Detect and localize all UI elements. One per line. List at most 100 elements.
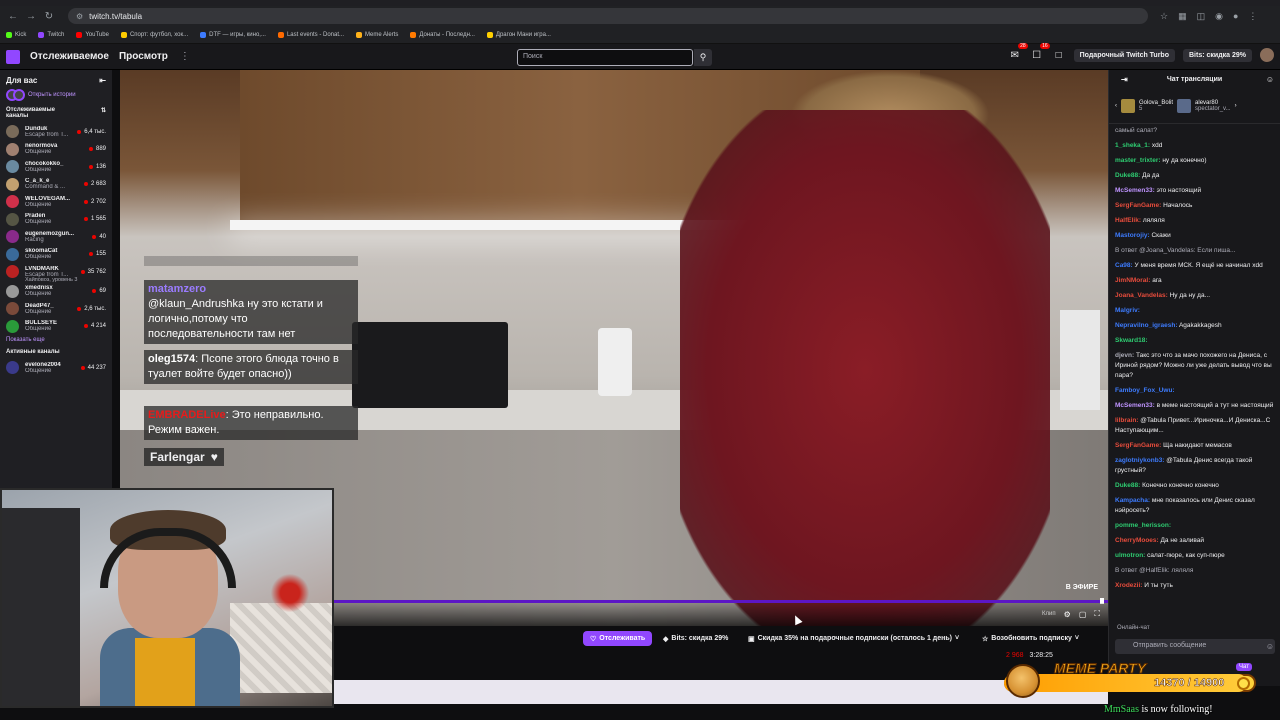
bookmark-item[interactable]: Last events - Donat... [277,31,344,38]
sidepanel-icon[interactable]: ◫ [1197,11,1206,22]
chat-username[interactable]: Ca98: [1115,262,1133,269]
bookmark-item[interactable]: Донаты - Последн... [410,31,475,38]
bookmark-item[interactable]: Спорт: футбол, хок... [120,31,188,38]
bookmark-item[interactable]: Kick [6,31,26,38]
sidebar-channel[interactable]: DeadP47_ Общение 2,6 тыс. [0,300,112,318]
chat-username[interactable]: SergFanGame: [1115,202,1161,209]
follower-name: MmSaas [1104,704,1139,715]
chat-username[interactable]: SergFanGame: [1115,442,1161,449]
sidebar-channel[interactable]: nenormova Общение 889 [0,141,112,159]
search-input[interactable]: Поиск [517,49,693,66]
sort-icon[interactable]: ⇅ [101,107,106,119]
chat-username[interactable]: Skward18: [1115,337,1148,344]
chat-username[interactable]: pomme_herisson: [1115,522,1171,529]
open-stories-link[interactable]: Открыть истории [28,92,76,98]
sidebar-channel[interactable]: BULLSEYE Общение 4 214 [0,318,112,336]
chat-username[interactable]: JimNMoral: [1115,277,1150,284]
sidebar-channel[interactable]: eugenemozgun... Racing 40 [0,228,112,246]
sidebar-channel[interactable]: skoomaCat Общение 155 [0,246,112,264]
twitch-logo-icon[interactable] [6,49,20,64]
chat-username[interactable]: Xrodezii: [1115,582,1142,589]
chat-username[interactable]: Mastorojiy: [1115,232,1150,239]
show-more-link[interactable]: Показать еще [0,335,112,349]
inbox-icon[interactable]: ✉ 28 [1008,43,1028,62]
bookmark-item[interactable]: Twitch [38,31,64,38]
back-icon[interactable]: ← [6,9,20,23]
follow-button[interactable]: ♡ Отслеживать [583,631,653,646]
sidebar-channel[interactable]: C_a_k_e Command & ... 2 683 [0,176,112,194]
sidebar-channel[interactable]: chocokokko_ Общение 136 [0,158,112,176]
bookmark-label: DTF — игры, кино,... [209,31,266,38]
resubscribe-button[interactable]: ☆ Возобновить подписку ˅ [982,631,1079,646]
channel-info: evelone2004 Общение [25,362,81,374]
chevron-right-icon[interactable]: › [1235,103,1237,109]
sidebar-channel[interactable]: xmednisx Общение 69 [0,283,112,301]
more-icon[interactable]: ⋮ [180,51,190,62]
chat-username[interactable]: McSemen33: [1115,187,1155,194]
nav-following[interactable]: Отслеживаемое [30,51,109,62]
chat-username[interactable]: djevn: [1115,352,1134,359]
translate-icon[interactable]: ◉ [1215,11,1223,22]
search-icon[interactable]: ⚲ [694,49,712,66]
whispers-icon[interactable]: □ [1052,48,1066,62]
chat-username[interactable]: CherryMooes: [1115,537,1159,544]
inbox-badge: 28 [1018,43,1028,49]
chat-username[interactable]: Duke88: [1115,482,1140,489]
webcam-overlay [0,488,334,708]
chevron-left-icon[interactable]: ‹ [1115,103,1117,109]
chat-users-icon[interactable]: ☺ [1266,75,1274,84]
chat-username[interactable]: Kampacha: [1115,497,1150,504]
bookmark-item[interactable]: Meme Alerts [356,31,398,38]
viewer-count: 44 237 [87,364,106,371]
reload-icon[interactable]: ↻ [42,9,56,23]
collapse-sidebar-icon[interactable]: ⇤ [99,76,106,85]
sidebar-channel[interactable]: WELOVEGAM... Общение 2 702 [0,193,112,211]
nav-browse[interactable]: Просмотр [119,51,168,62]
gift-sub-button[interactable]: ▣ Скидка 35% на подарочные подписки (ост… [748,631,959,646]
site-info-icon[interactable]: ⚙ [76,12,83,21]
chat-username[interactable]: zaglotniykonb3: [1115,457,1164,464]
chat-text: xdd [1151,142,1163,149]
sidebar-channel[interactable]: Praden Общение 1 565 [0,211,112,229]
chat-input[interactable]: Отправить сообщение [1115,639,1275,654]
stories-row[interactable]: Открыть истории [0,89,112,101]
chat-username[interactable]: master_trixter: [1115,157,1161,164]
theatre-mode-icon[interactable]: ▢ [1079,610,1087,619]
chat-username[interactable]: McSemen33: [1115,402,1155,409]
menu-icon[interactable]: ⋮ [1248,11,1257,22]
bookmark-item[interactable]: DTF — игры, кино,... [200,31,266,38]
extensions-icon[interactable]: ▦ [1178,11,1187,22]
sidebar-channel[interactable]: Dunduk Escape from T... 6,4 тыс. [0,123,112,141]
forward-icon[interactable]: → [24,9,38,23]
chat-username[interactable]: Duke88: [1115,172,1140,179]
chat-username[interactable]: lilbrain: [1115,417,1138,424]
chat-username[interactable]: Famboy_Fox_Uwu: [1115,387,1175,394]
fullscreen-icon[interactable]: ⛶ [1094,609,1100,619]
profile-icon[interactable]: ● [1233,11,1238,22]
chat-username[interactable]: ulmotron: [1115,552,1145,559]
clip-button[interactable]: Клип [1042,611,1056,617]
chat-username[interactable]: Nepravilno_igraesh: [1115,322,1178,329]
gifter-sub: spectator_v... [1195,105,1231,112]
live-dot-icon [83,199,88,204]
notifications-icon[interactable]: ☐ 16 [1030,43,1050,62]
address-bar[interactable]: ⚙ twitch.tv/tabula [68,8,1148,24]
settings-icon[interactable]: ⚙ [1064,610,1071,619]
bits-button[interactable]: ◆ Bits: скидка 29% [663,631,728,646]
chat-username[interactable]: Joana_Vandelas: [1115,292,1168,299]
channel-category: Escape from T... [25,131,69,138]
bookmark-item[interactable]: YouTube [76,31,109,38]
get-bits-button[interactable]: Bits: скидка 29% [1183,48,1252,62]
emote-icon[interactable]: ☺ [1266,642,1274,651]
chat-message: lilbrain: @Tabula Привет...Ириночка...И … [1115,416,1274,436]
gift-turbo-button[interactable]: Подарочный Twitch Turbo [1073,48,1175,62]
chat-username[interactable]: 1_sheka_1: [1115,142,1150,149]
user-avatar[interactable] [1260,48,1274,62]
chevron-down-icon: ˅ [1074,635,1079,642]
sidebar-channel[interactable]: evelone2004 Общение 44 237 [0,359,112,377]
collapse-chat-icon[interactable]: ⇥ [1121,75,1128,84]
chat-username[interactable]: Malgriv: [1115,307,1140,314]
bookmark-item[interactable]: Драгон Мани игра... [486,31,551,38]
chat-username[interactable]: HalfElik: [1115,217,1141,224]
bookmark-star-icon[interactable]: ☆ [1160,11,1168,22]
